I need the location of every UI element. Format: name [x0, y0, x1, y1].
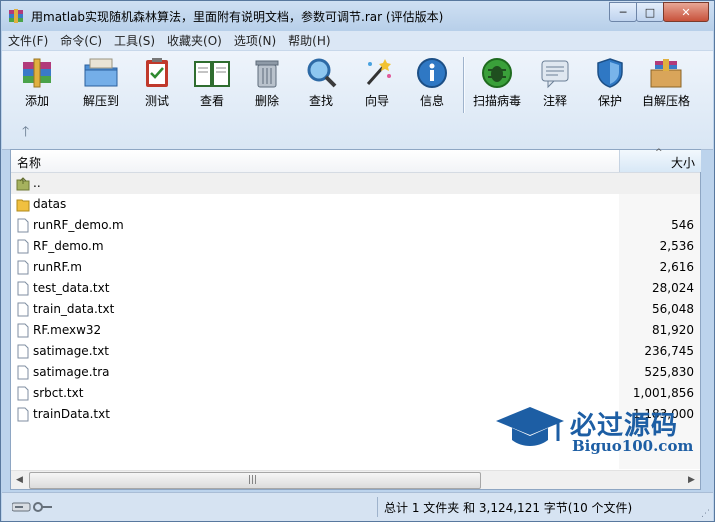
list-item-file[interactable]: satimage.txt 236,745 [11, 341, 700, 362]
magic-wand-icon [366, 59, 391, 85]
virus-scan-button[interactable]: 扫描病毒 [470, 56, 524, 116]
minimize-button[interactable]: ─ [609, 2, 637, 22]
list-item-file[interactable]: train_data.txt 56,048 [11, 299, 700, 320]
file-icon [17, 302, 29, 317]
delete-button[interactable]: 删除 [240, 56, 294, 116]
status-separator [377, 497, 378, 517]
add-button[interactable]: 添加 [10, 56, 64, 116]
archive-books-icon [23, 58, 51, 88]
winrar-window: 用matlab实现随机森林算法，里面附有说明文档，参数可调节.rar (评估版本… [0, 0, 715, 522]
file-icon [17, 407, 29, 422]
file-icon [17, 260, 29, 275]
list-item-folder[interactable]: datas [11, 194, 700, 215]
key-icon[interactable] [33, 502, 52, 512]
horizontal-scrollbar[interactable]: ◀ ||| ▶ [11, 470, 700, 489]
list-item-file[interactable]: satimage.tra 525,830 [11, 362, 700, 383]
menu-favorites[interactable]: 收藏夹(O) [161, 32, 228, 49]
sfx-button[interactable]: 自解压格 [639, 56, 693, 116]
scroll-right-icon[interactable]: ▶ [683, 471, 700, 489]
file-icon [17, 323, 29, 338]
file-icon [17, 344, 29, 359]
list-item-file[interactable]: RF_demo.m 2,536 [11, 236, 700, 257]
info-icon [417, 58, 447, 88]
extract-to-button[interactable]: 解压到 [74, 56, 128, 116]
list-item-file[interactable]: test_data.txt 28,024 [11, 278, 700, 299]
drive-icon[interactable] [11, 502, 31, 512]
menu-file[interactable]: 文件(F) [2, 32, 54, 49]
toolbar-separator [463, 57, 465, 113]
folder-icon [16, 199, 30, 212]
clipboard-check-icon [146, 58, 168, 87]
self-extracting-box-icon [650, 59, 682, 88]
list-item-file[interactable]: runRF_demo.m 546 [11, 215, 700, 236]
view-button[interactable]: 查看 [185, 56, 239, 116]
open-book-icon [194, 61, 230, 87]
menu-help[interactable]: 帮助(H) [282, 32, 336, 49]
comment-button[interactable]: 注释 [528, 56, 582, 116]
column-header-name[interactable]: 名称 [17, 154, 41, 171]
file-icon [17, 218, 29, 233]
magnifier-icon [307, 58, 337, 88]
bug-scan-icon [482, 58, 512, 88]
list-item-file[interactable]: runRF.m 2,616 [11, 257, 700, 278]
trash-can-icon [255, 60, 279, 88]
list-item-file[interactable]: srbct.txt 1,001,856 [11, 383, 700, 404]
folder-extract-icon [84, 58, 118, 87]
scrollbar-thumb[interactable]: ||| [29, 472, 481, 489]
comment-note-icon [541, 60, 569, 89]
close-button[interactable]: ✕ [663, 2, 709, 22]
graduation-cap-logo [496, 407, 564, 446]
toolbar: 添加 解压到 测试 查看 删除 查找 向导 信息 扫描病毒 注释 保护 自解压格… [2, 50, 713, 150]
column-header-size[interactable]: ^ 大小 [619, 148, 701, 172]
window-title: 用matlab实现随机森林算法，里面附有说明文档，参数可调节.rar (评估版本… [31, 10, 444, 24]
file-icon [17, 365, 29, 380]
resize-grip-icon[interactable]: ⋰ [701, 509, 710, 519]
title-bar[interactable]: 用matlab实现随机森林算法，里面附有说明文档，参数可调节.rar (评估版本… [1, 1, 714, 31]
parent-folder-icon [16, 177, 30, 191]
list-item-parent[interactable]: .. [11, 173, 700, 194]
status-text: 总计 1 文件夹 和 3,124,121 字节(10 个文件) [384, 501, 633, 515]
status-icons [11, 500, 56, 517]
file-icon [17, 239, 29, 254]
status-bar: 总计 1 文件夹 和 3,124,121 字节(10 个文件) ⋰ [2, 492, 713, 521]
winrar-app-icon [9, 9, 23, 23]
file-icon [17, 281, 29, 296]
wizard-button[interactable]: 向导 [350, 56, 404, 116]
test-button[interactable]: 测试 [130, 56, 184, 116]
shield-icon [597, 58, 623, 88]
info-button[interactable]: 信息 [405, 56, 459, 116]
menu-options[interactable]: 选项(N) [228, 32, 282, 49]
protect-button[interactable]: 保护 [583, 56, 637, 116]
menu-tools[interactable]: 工具(S) [108, 32, 161, 49]
scroll-left-icon[interactable]: ◀ [11, 471, 28, 489]
menu-commands[interactable]: 命令(C) [54, 32, 108, 49]
list-item-file[interactable]: RF.mexw32 81,920 [11, 320, 700, 341]
find-button[interactable]: 查找 [294, 56, 348, 116]
sort-ascending-icon: ^ [655, 148, 663, 158]
file-icon [17, 386, 29, 401]
up-one-level-icon[interactable]: 🡑 [22, 121, 29, 145]
watermark: 必过源码 Biguo100.com [494, 403, 694, 459]
list-header: 名称 ^ 大小 [11, 148, 701, 173]
maximize-button[interactable]: □ [636, 2, 664, 22]
window-controls: ─ □ ✕ [609, 2, 709, 22]
menu-bar: 文件(F) 命令(C) 工具(S) 收藏夹(O) 选项(N) 帮助(H) [2, 31, 713, 50]
